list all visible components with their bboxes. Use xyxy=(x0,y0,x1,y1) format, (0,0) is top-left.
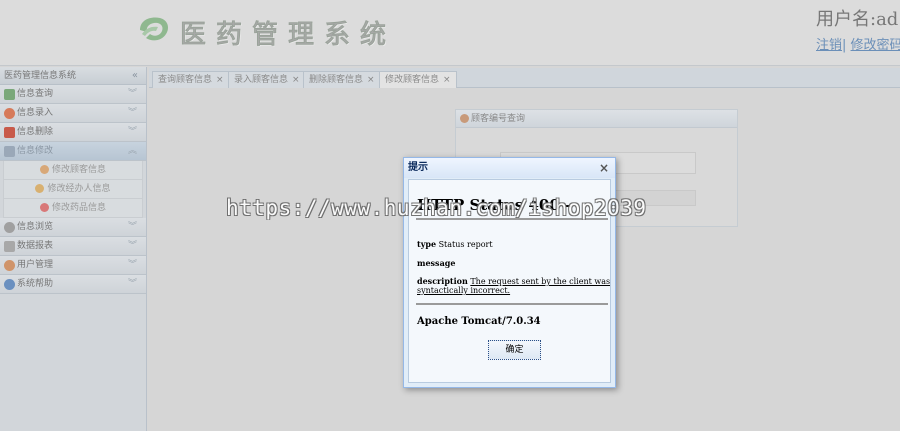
chevron-down-icon: ︾ xyxy=(127,222,137,232)
server-info: Apache Tomcat/7.0.34 xyxy=(417,316,541,327)
close-icon[interactable]: × xyxy=(443,75,451,85)
app-title: 医药管理系统 xyxy=(179,20,397,51)
sidebar-title: 医药管理信息系统 « xyxy=(0,67,146,85)
tab-delete-customer[interactable]: 删除顾客信息 × xyxy=(303,71,381,88)
sub-item-label: 修改顾客信息 xyxy=(51,165,106,175)
sub-item-label: 修改药品信息 xyxy=(51,203,106,213)
dialog-title: 提示 xyxy=(408,162,428,173)
menu-group-browse[interactable]: 信息浏览 ︾ xyxy=(0,218,146,237)
tab-entry-customer[interactable]: 录入顾客信息 × xyxy=(228,71,306,88)
browse-icon xyxy=(4,221,15,233)
type-line: type Status report xyxy=(417,239,493,249)
menu-group-label: 用户管理 xyxy=(17,259,54,270)
close-icon[interactable]: × xyxy=(292,75,300,85)
dialog-title-bar: 提示 × xyxy=(404,158,615,178)
sub-item-edit-customer[interactable]: 修改顾客信息 xyxy=(3,161,143,180)
type-label: type xyxy=(417,239,437,249)
message-line: message xyxy=(417,258,455,268)
tab-label: 录入顾客信息 xyxy=(234,75,289,85)
report-icon xyxy=(4,240,15,252)
close-icon[interactable]: × xyxy=(367,75,375,85)
sub-item-edit-medicine[interactable]: 修改药品信息 xyxy=(3,199,143,218)
tab-bar: 查询顾客信息 × 录入顾客信息 × 删除顾客信息 × 修改顾客信息 × xyxy=(149,68,900,88)
username-label: 用户名:ad xyxy=(816,9,899,30)
menu-group-label: 信息录入 xyxy=(17,107,54,118)
collapse-icon[interactable]: « xyxy=(132,67,138,85)
description-label: description xyxy=(417,276,468,286)
chevron-down-icon: ︾ xyxy=(127,260,137,270)
tab-label: 删除顾客信息 xyxy=(309,75,364,85)
menu-group-delete[interactable]: 信息删除 ︾ xyxy=(0,123,146,142)
tab-label: 查询顾客信息 xyxy=(158,75,213,85)
panel-title: 顾客编号查询 xyxy=(471,114,526,124)
sidebar-title-text: 医药管理信息系统 xyxy=(4,71,77,81)
menu-group-label: 数据报表 xyxy=(17,240,54,251)
menu-group-query[interactable]: 信息查询 ︾ xyxy=(0,85,146,104)
chevron-down-icon: ︾ xyxy=(127,279,137,289)
description-line: description The request sent by the clie… xyxy=(417,276,610,286)
tab-query-customer[interactable]: 查询顾客信息 × xyxy=(152,71,230,88)
type-value: Status report xyxy=(438,240,493,249)
delete-icon xyxy=(4,126,15,138)
customer-icon xyxy=(39,165,49,174)
menu-group-users[interactable]: 用户管理 ︾ xyxy=(0,256,146,275)
panel-header: 顾客编号查询 xyxy=(456,110,737,128)
divider xyxy=(416,218,608,220)
chevron-up-icon: ︽ xyxy=(127,146,137,156)
chevron-down-icon: ︾ xyxy=(127,89,137,99)
link-separator: | xyxy=(842,38,847,53)
menu-group-entry[interactable]: 信息录入 ︾ xyxy=(0,104,146,123)
chevron-down-icon: ︾ xyxy=(127,241,137,251)
http-status-title: HTTP Status 400 - xyxy=(417,196,572,214)
chevron-down-icon: ︾ xyxy=(127,108,137,118)
help-icon xyxy=(4,278,15,290)
alert-dialog: 提示 × HTTP Status 400 - type Status repor… xyxy=(403,157,616,388)
search-user-icon xyxy=(460,114,469,123)
close-icon[interactable]: × xyxy=(216,75,224,85)
message-label: message xyxy=(417,258,456,268)
user-icon xyxy=(4,259,15,271)
medicine-icon xyxy=(39,203,49,212)
tab-edit-customer[interactable]: 修改顾客信息 × xyxy=(379,71,457,88)
close-icon[interactable]: × xyxy=(599,158,609,178)
menu-group-label: 系统帮助 xyxy=(17,278,54,289)
dialog-body: HTTP Status 400 - type Status report mes… xyxy=(408,179,611,383)
change-password-link[interactable]: 修改密码 xyxy=(851,38,900,53)
menu-group-help[interactable]: 系统帮助 ︾ xyxy=(0,275,146,294)
description-text-2: syntactically incorrect. xyxy=(417,286,511,295)
sub-item-label: 修改经办人信息 xyxy=(47,184,111,194)
logout-link[interactable]: 注销 xyxy=(816,38,842,53)
sub-item-edit-agent[interactable]: 修改经办人信息 xyxy=(3,180,143,199)
menu-group-label: 信息修改 xyxy=(17,145,54,156)
search-list-icon xyxy=(4,88,15,100)
menu-group-label: 信息浏览 xyxy=(17,221,54,232)
leaf-logo-icon xyxy=(140,17,168,41)
sidebar: 医药管理信息系统 « 信息查询 ︾ 信息录入 ︾ 信息删除 ︾ 信息修改 ︽ 修… xyxy=(0,67,147,431)
menu-group-report[interactable]: 数据报表 ︾ xyxy=(0,237,146,256)
user-links: 注销| 修改密码 xyxy=(816,34,900,53)
ok-button[interactable]: 确定 xyxy=(488,340,541,360)
menu-group-label: 信息查询 xyxy=(17,88,54,99)
menu-group-label: 信息删除 xyxy=(17,126,54,137)
app-header: 医药管理系统 用户名:ad 注销| 修改密码 xyxy=(0,0,900,66)
edit-icon xyxy=(4,145,15,157)
description-line-2: syntactically incorrect. xyxy=(417,286,510,295)
description-text-1: The request sent by the client was xyxy=(470,277,611,286)
chevron-down-icon: ︾ xyxy=(127,127,137,137)
agent-icon xyxy=(35,184,45,193)
tab-label: 修改顾客信息 xyxy=(385,75,440,85)
divider xyxy=(416,303,608,305)
menu-group-edit[interactable]: 信息修改 ︽ xyxy=(0,142,146,161)
add-icon xyxy=(4,107,15,119)
